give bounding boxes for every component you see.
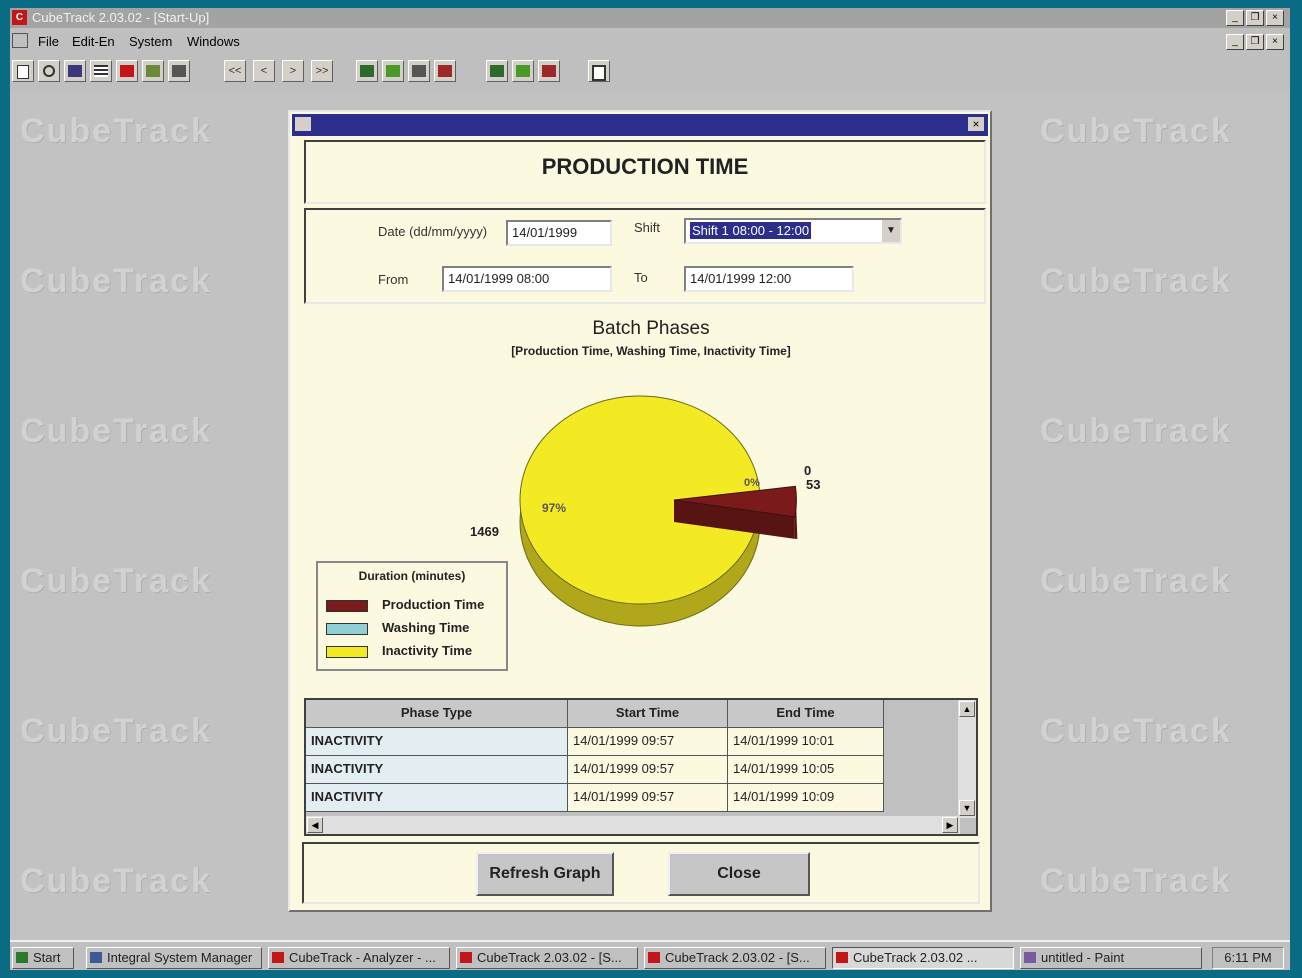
app-icon [648, 952, 660, 963]
refresh-graph-button[interactable]: Refresh Graph [476, 852, 614, 896]
start-label: Start [33, 950, 61, 965]
scroll-down-icon[interactable]: ▼ [959, 800, 975, 816]
app-icon [836, 952, 848, 963]
table-cell[interactable]: 14/01/1999 09:57 [568, 756, 728, 784]
table-cell[interactable]: 14/01/1999 10:01 [728, 728, 884, 756]
legend-item: Washing Time [326, 620, 469, 635]
app-icon [272, 952, 284, 963]
legend-title: Duration (minutes) [358, 569, 466, 583]
data-label: 0 [804, 463, 811, 478]
windows-icon [16, 952, 28, 963]
phases-table: Phase Type Start Time End Time INACTIVIT… [304, 698, 978, 836]
horizontal-scrollbar[interactable]: ◀ ▶ [306, 816, 960, 834]
table-cell[interactable]: 14/01/1999 09:57 [568, 784, 728, 812]
close-button[interactable]: Close [668, 852, 810, 896]
taskbar: Start Integral System Manager CubeTrack … [10, 940, 1290, 970]
taskbar-item[interactable]: untitled - Paint [1020, 947, 1202, 969]
pie-slice-label: 0% [744, 477, 760, 489]
taskbar-item-label: CubeTrack 2.03.02 - [S... [665, 950, 810, 965]
app-icon [460, 952, 472, 963]
legend-label: Production Time [382, 597, 485, 612]
scroll-right-icon[interactable]: ▶ [942, 817, 958, 833]
taskbar-clock: 6:11 PM [1212, 947, 1284, 969]
taskbar-item[interactable]: CubeTrack 2.03.02 - [S... [644, 947, 826, 969]
table-cell[interactable]: 14/01/1999 10:09 [728, 784, 884, 812]
scroll-up-icon[interactable]: ▲ [959, 701, 975, 717]
table-cell[interactable]: 14/01/1999 10:05 [728, 756, 884, 784]
legend-swatch [326, 645, 368, 658]
taskbar-item[interactable]: CubeTrack - Analyzer - ... [268, 947, 450, 969]
data-label: 1469 [470, 524, 499, 539]
legend-swatch [326, 622, 368, 635]
column-header[interactable]: End Time [728, 700, 884, 728]
vertical-scrollbar[interactable]: ▲ ▼ [958, 700, 976, 818]
table-cell[interactable]: INACTIVITY [306, 756, 568, 784]
button-panel [302, 842, 980, 904]
table-cell[interactable]: 14/01/1999 09:57 [568, 728, 728, 756]
taskbar-item-active[interactable]: CubeTrack 2.03.02 ... [832, 947, 1014, 969]
taskbar-item-label: CubeTrack 2.03.02 - [S... [477, 950, 622, 965]
legend-swatch [326, 599, 368, 612]
paint-icon [1024, 952, 1036, 963]
taskbar-item-label: untitled - Paint [1041, 950, 1125, 965]
taskbar-item-label: CubeTrack 2.03.02 ... [853, 950, 978, 965]
app-icon [90, 952, 102, 963]
taskbar-item-label: Integral System Manager [107, 950, 253, 965]
taskbar-item-label: CubeTrack - Analyzer - ... [289, 950, 436, 965]
legend-item: Inactivity Time [326, 643, 472, 658]
taskbar-item[interactable]: CubeTrack 2.03.02 - [S... [456, 947, 638, 969]
legend-label: Washing Time [382, 620, 470, 635]
start-button[interactable]: Start [12, 947, 74, 969]
pie-slice-label: 97% [542, 501, 566, 515]
chart-legend: Duration (minutes) Production Time Washi… [316, 561, 508, 671]
taskbar-item[interactable]: Integral System Manager [86, 947, 262, 969]
table-cell[interactable]: INACTIVITY [306, 784, 568, 812]
column-header[interactable]: Start Time [568, 700, 728, 728]
scroll-left-icon[interactable]: ◀ [307, 817, 323, 833]
column-header[interactable]: Phase Type [306, 700, 568, 728]
legend-item: Production Time [326, 597, 484, 612]
table-cell[interactable]: INACTIVITY [306, 728, 568, 756]
legend-label: Inactivity Time [382, 643, 473, 658]
data-label: 53 [806, 477, 820, 492]
